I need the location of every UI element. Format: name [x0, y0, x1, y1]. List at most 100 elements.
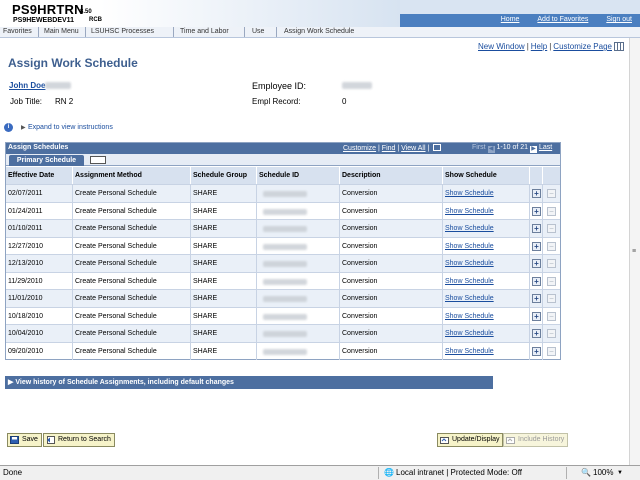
- tab-primary-schedule[interactable]: Primary Schedule: [9, 155, 84, 166]
- menu-separator: [244, 27, 245, 37]
- cell-delete: −: [543, 308, 560, 325]
- add-row-icon[interactable]: +: [532, 224, 541, 233]
- home-link[interactable]: Home: [501, 16, 520, 23]
- add-row-icon[interactable]: +: [532, 259, 541, 268]
- show-schedule-link[interactable]: Show Schedule: [445, 295, 494, 302]
- help-link[interactable]: Help: [531, 42, 547, 51]
- cell-description: Conversion: [340, 237, 443, 255]
- menu-assign-work-schedule[interactable]: Assign Work Schedule: [284, 28, 354, 35]
- cell-assignment-method: Create Personal Schedule: [73, 307, 191, 325]
- cell-description: Conversion: [340, 185, 443, 202]
- cell-delete: −: [543, 203, 560, 220]
- show-schedule-link[interactable]: Show Schedule: [445, 208, 494, 215]
- zoom-icon: 🔍: [581, 468, 591, 477]
- expand-triangle-icon[interactable]: ▶: [21, 124, 26, 131]
- save-button[interactable]: Save: [7, 433, 42, 447]
- col-assignment-method[interactable]: Assignment Method: [73, 167, 191, 184]
- customize-page-link[interactable]: Customize Page: [553, 42, 612, 51]
- show-schedule-link[interactable]: Show Schedule: [445, 348, 494, 355]
- add-row-icon[interactable]: +: [532, 294, 541, 303]
- zoom-level[interactable]: 100%: [593, 468, 613, 477]
- cell-schedule-group-value: SHARE: [193, 312, 218, 320]
- delete-row-icon: −: [547, 206, 556, 216]
- cell-description: Conversion: [340, 307, 443, 325]
- update-display-label: Update/Display: [452, 436, 500, 443]
- show-schedule-link[interactable]: Show Schedule: [445, 278, 494, 285]
- cell-delete: −: [543, 290, 560, 307]
- cell-add: +: [530, 272, 543, 290]
- cell-effective-date-value: 12/13/2010: [8, 260, 44, 267]
- add-row-icon[interactable]: +: [532, 189, 541, 198]
- customize-grid-link[interactable]: Customize: [343, 145, 376, 152]
- cell-schedule-id: [257, 202, 340, 220]
- delete-row-icon: −: [547, 259, 556, 268]
- delete-row-icon: −: [547, 311, 556, 321]
- sign-out-link[interactable]: Sign out: [606, 16, 632, 23]
- show-schedule-link[interactable]: Show Schedule: [445, 243, 494, 250]
- menu-time-and-labor[interactable]: Time and Labor: [180, 28, 229, 35]
- cell-assignment-method-value: Create Personal Schedule: [75, 312, 157, 320]
- table-row: 09/20/2010 Create Personal Schedule SHARE C…: [6, 341, 560, 360]
- show-all-columns-icon[interactable]: [90, 156, 106, 164]
- add-row-icon[interactable]: +: [532, 311, 541, 321]
- vertical-scrollbar[interactable]: ≡: [629, 38, 640, 465]
- download-grid-icon[interactable]: [433, 144, 442, 151]
- menu-favorites[interactable]: Favorites: [3, 28, 32, 35]
- cell-description: Conversion: [340, 325, 443, 342]
- cell-show-schedule: Show Schedule: [443, 185, 530, 202]
- cell-add: +: [530, 290, 543, 307]
- cell-show-schedule: Show Schedule: [443, 220, 530, 237]
- include-history-button: Include History: [503, 433, 569, 447]
- col-description[interactable]: Description: [340, 167, 443, 184]
- col-effective-date[interactable]: Effective Date: [6, 167, 73, 184]
- update-display-button[interactable]: Update/Display: [437, 433, 504, 447]
- delete-row-icon: −: [547, 189, 556, 198]
- next-arrow-icon[interactable]: ▶: [530, 146, 537, 153]
- show-schedule-link[interactable]: Show Schedule: [445, 190, 494, 197]
- employee-name[interactable]: John Doe: [9, 81, 45, 90]
- show-schedule-link[interactable]: Show Schedule: [445, 225, 494, 232]
- col-schedule-id[interactable]: Schedule ID: [257, 167, 340, 184]
- cell-description: Conversion: [340, 255, 443, 272]
- view-all-link[interactable]: View All: [401, 145, 425, 152]
- return-to-search-label: Return to Search: [58, 436, 111, 443]
- history-section-header[interactable]: ▶ View history of Schedule Assignments, …: [5, 376, 493, 389]
- add-to-favorites-link[interactable]: Add to Favorites: [537, 16, 588, 23]
- add-row-icon[interactable]: +: [532, 329, 541, 338]
- redacted-schedule-id: [263, 226, 307, 232]
- cell-description: Conversion: [340, 272, 443, 290]
- new-window-link[interactable]: New Window: [478, 42, 525, 51]
- return-icon: [47, 436, 55, 444]
- find-link[interactable]: Find: [382, 145, 396, 152]
- zoom-dropdown-icon[interactable]: ▼: [617, 470, 623, 476]
- menu-main-menu[interactable]: Main Menu: [44, 28, 79, 35]
- table-row: 10/18/2010 Create Personal Schedule SHARE C…: [6, 306, 560, 325]
- cell-add: +: [530, 342, 543, 360]
- return-to-search-button[interactable]: Return to Search: [43, 433, 115, 447]
- assign-schedules-grid: Assign Schedules Customize | Find | View…: [5, 142, 561, 360]
- nav-last-link[interactable]: Last: [539, 144, 552, 151]
- col-schedule-group[interactable]: Schedule Group: [191, 167, 257, 184]
- cell-schedule-id: [257, 255, 340, 272]
- add-row-icon[interactable]: +: [532, 206, 541, 216]
- cell-description-value: Conversion: [342, 330, 378, 337]
- menu-lsuhsc-processes[interactable]: LSUHSC Processes: [91, 28, 154, 35]
- show-schedule-link[interactable]: Show Schedule: [445, 313, 494, 320]
- delete-row-icon: −: [547, 346, 556, 356]
- show-schedule-link[interactable]: Show Schedule: [445, 330, 494, 337]
- show-schedule-link[interactable]: Show Schedule: [445, 260, 494, 267]
- empl-record-label: Empl Record:: [252, 97, 301, 106]
- add-row-icon[interactable]: +: [532, 241, 541, 251]
- cell-delete: −: [543, 220, 560, 237]
- menu-use[interactable]: Use: [252, 28, 264, 35]
- scroll-grip-icon[interactable]: ≡: [632, 248, 636, 255]
- delete-row-icon: −: [547, 294, 556, 303]
- add-row-icon[interactable]: +: [532, 346, 541, 356]
- add-row-icon[interactable]: +: [532, 276, 541, 286]
- cell-schedule-group-value: SHARE: [193, 277, 218, 285]
- cell-assignment-method: Create Personal Schedule: [73, 237, 191, 255]
- http-grid-icon[interactable]: [614, 42, 624, 51]
- expand-history-triangle-icon[interactable]: ▶: [8, 379, 13, 386]
- col-show-schedule[interactable]: Show Schedule: [443, 167, 530, 184]
- expand-instructions-link[interactable]: Expand to view instructions: [28, 124, 113, 131]
